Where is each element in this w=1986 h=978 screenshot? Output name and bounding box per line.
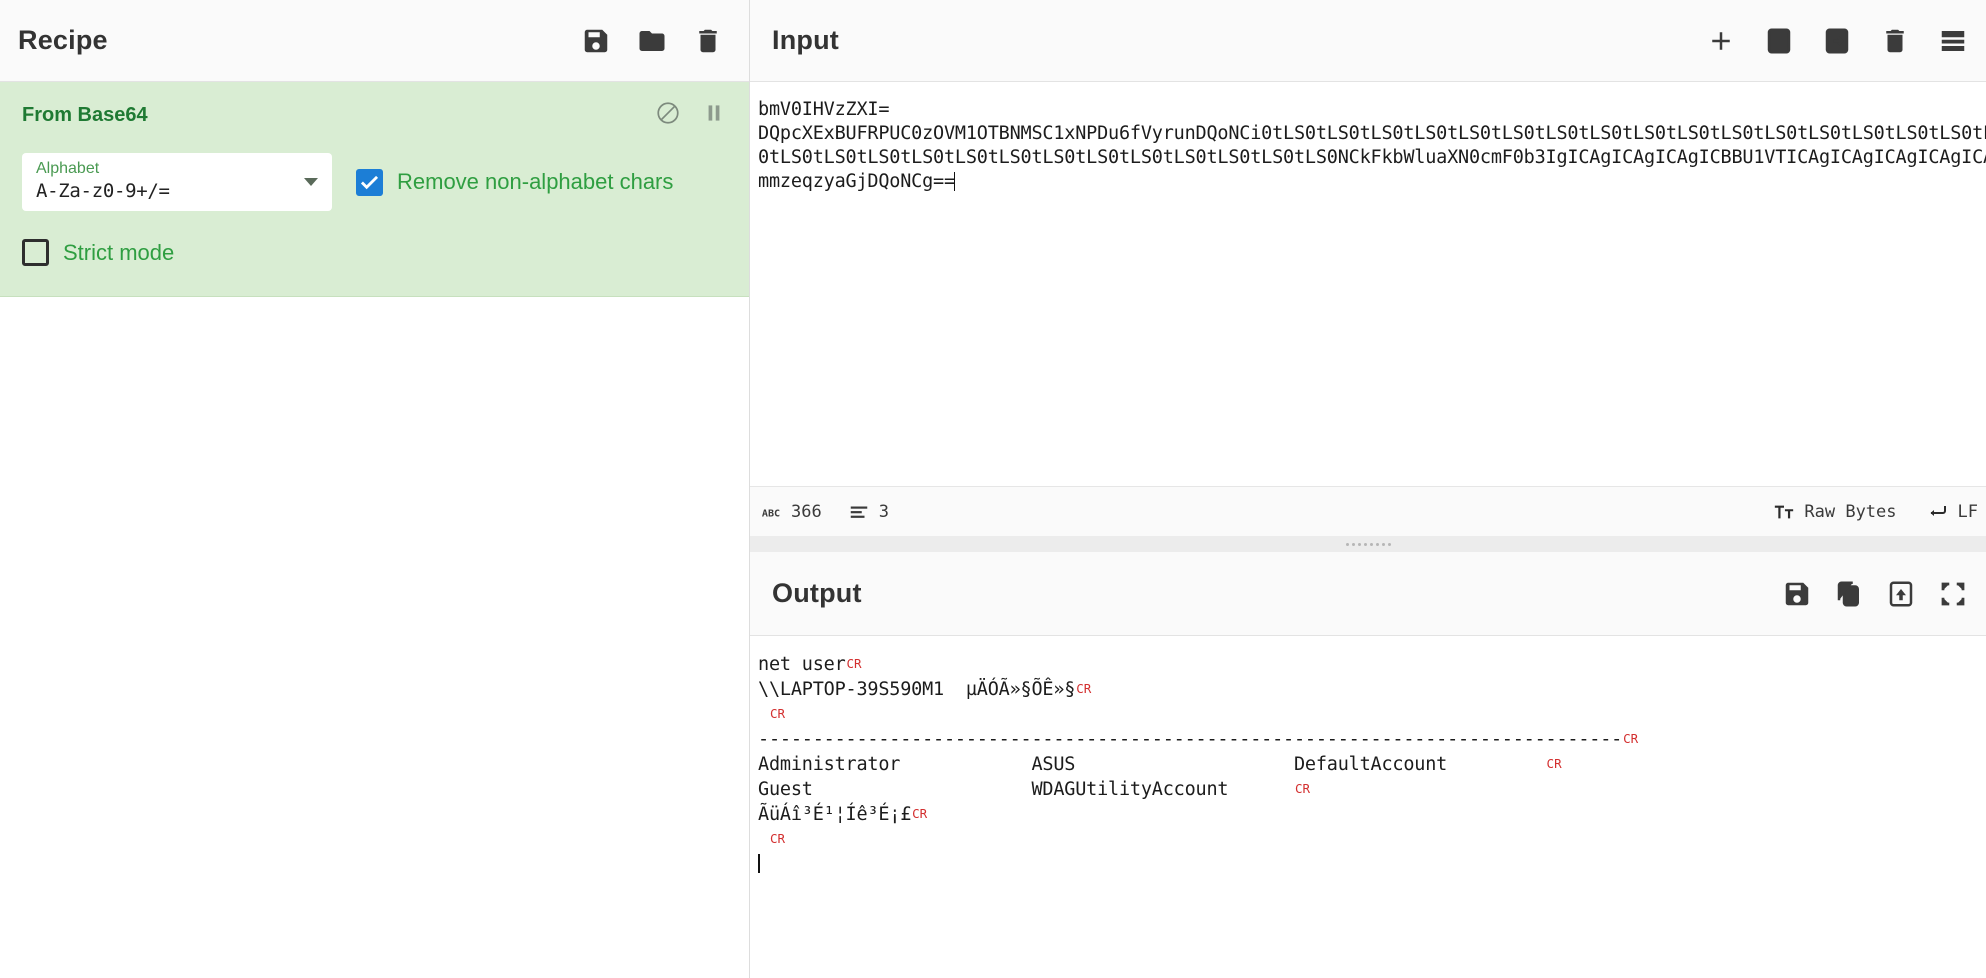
input-encoding[interactable]: Raw Bytes — [1773, 501, 1897, 523]
save-icon[interactable] — [581, 26, 611, 56]
carriage-return-marker: CR — [769, 831, 786, 846]
output-line-text: ----------------------------------------… — [758, 729, 1623, 750]
output-line: \\LAPTOP-39S590M1 µÄÓÃ»§ÕÊ»§CR — [758, 677, 1986, 702]
operation-from-base64[interactable]: From Base64 Alphabet A-Za-z0-9+/= Remove… — [0, 82, 749, 297]
io-splitter[interactable] — [750, 536, 1986, 552]
output-line-text: ÃüÁî³É¹¦Íê³É¡£ — [758, 804, 912, 825]
carriage-return-marker: CR — [769, 706, 786, 721]
output-line: Administrator ASUS DefaultAccount CR — [758, 752, 1986, 777]
output-pane: Output net userCR \\LAPTOP-39S590M1 µÄÓÃ… — [750, 552, 1986, 978]
input-encoding-value: Raw Bytes — [1804, 501, 1897, 522]
checkbox-checked-icon[interactable] — [356, 168, 383, 196]
clear-io-icon[interactable] — [1880, 26, 1910, 56]
add-tab-icon[interactable] — [1706, 26, 1736, 56]
input-header-icons — [1706, 26, 1968, 56]
carriage-return-marker: CR — [1076, 681, 1092, 696]
input-line: DQpcXExBUFRPUC0zOVM1OTBNMSC1xNPDu6fVyrun… — [758, 123, 1986, 144]
input-line: bmV0IHVzZXI= — [758, 99, 890, 120]
remove-non-alphabet-label: Remove non-alphabet chars — [397, 169, 674, 194]
input-line-ending[interactable]: LF — [1925, 500, 1978, 524]
trash-icon[interactable] — [693, 26, 723, 56]
output-textarea[interactable]: net userCR \\LAPTOP-39S590M1 µÄÓÃ»§ÕÊ»§CR… — [750, 636, 1986, 978]
input-status-right: Raw Bytes LF — [1745, 500, 1978, 524]
carriage-return-marker: CR — [1546, 756, 1562, 771]
output-text-cursor — [758, 854, 760, 873]
output-header: Output — [750, 552, 1986, 636]
output-line: CR — [758, 702, 1986, 727]
input-char-count: ABC 366 — [760, 501, 822, 523]
operation-args-row-1: Alphabet A-Za-z0-9+/= Remove non-alphabe… — [22, 153, 727, 211]
splitter-grip-icon — [1345, 542, 1391, 546]
output-line-text: net user — [758, 654, 846, 675]
save-output-icon[interactable] — [1782, 579, 1812, 609]
checkbox-unchecked-icon[interactable] — [22, 239, 49, 266]
output-line: net userCR — [758, 652, 1986, 677]
output-line: CR — [758, 827, 1986, 852]
output-line-text: Guest WDAGUtilityAccount — [758, 779, 1294, 800]
strict-mode-checkbox[interactable]: Strict mode — [22, 239, 174, 266]
operation-controls — [655, 100, 727, 131]
pause-icon[interactable] — [701, 100, 727, 131]
carriage-return-marker: CR — [1294, 781, 1311, 796]
input-line-text: mmzeqzyaGjDQoNCg== — [758, 171, 955, 192]
folder-icon[interactable] — [637, 26, 667, 56]
output-line-text — [758, 829, 769, 850]
alphabet-value: A-Za-z0-9+/= — [36, 180, 170, 202]
carriage-return-marker: CR — [846, 656, 862, 671]
output-line: ÃüÁî³É¹¦Íê³É¡£CR — [758, 802, 1986, 827]
input-line-count: 3 — [848, 501, 889, 523]
output-line-text: \\LAPTOP-39S590M1 µÄÓÃ»§ÕÊ»§ — [758, 679, 1076, 700]
operation-header: From Base64 — [22, 100, 727, 131]
output-line-text: Administrator ASUS DefaultAccount — [758, 754, 1546, 775]
strict-mode-label: Strict mode — [63, 239, 175, 265]
output-line-text — [758, 704, 769, 725]
input-textarea[interactable]: bmV0IHVzZXI= DQpcXExBUFRPUC0zOVM1OTBNMSC… — [750, 82, 1986, 486]
maximise-output-icon[interactable] — [1938, 579, 1968, 609]
folder-open-icon[interactable] — [1764, 26, 1794, 56]
input-line-last: mmzeqzyaGjDQoNCg== — [758, 170, 1986, 194]
disable-icon[interactable] — [655, 100, 681, 131]
output-line: ----------------------------------------… — [758, 727, 1986, 752]
output-line: Guest WDAGUtilityAccount CR — [758, 777, 1986, 802]
remove-non-alphabet-checkbox[interactable]: Remove non-alphabet chars — [356, 168, 674, 196]
carriage-return-marker: CR — [1623, 731, 1639, 746]
alphabet-select[interactable]: Alphabet A-Za-z0-9+/= — [22, 153, 332, 211]
cyberchef-app: Recipe From Base64 Alphabet A-Za-z0-9+/=… — [0, 0, 1986, 978]
text-cursor — [953, 172, 956, 191]
input-header: Input — [750, 0, 1986, 82]
recipe-header: Recipe — [0, 0, 749, 82]
chevron-down-icon[interactable] — [304, 178, 318, 186]
replace-input-icon[interactable] — [1886, 579, 1916, 609]
recipe-operations-list[interactable] — [0, 297, 749, 978]
input-line: 0tLS0tLS0tLS0tLS0tLS0tLS0tLS0tLS0tLS0tLS… — [758, 147, 1986, 168]
open-folder-as-input-icon[interactable] — [1822, 26, 1852, 56]
input-pane: Input bmV0IHVzZXI= DQpcXExBUFRPUC0zOVM1O… — [750, 0, 1986, 536]
output-header-icons — [1782, 579, 1968, 609]
carriage-return-marker: CR — [912, 806, 928, 821]
input-status-bar: ABC 366 3 Raw Bytes LF — [750, 486, 1986, 536]
input-char-count-value: 366 — [791, 501, 822, 522]
recipe-pane: Recipe From Base64 Alphabet A-Za-z0-9+/=… — [0, 0, 750, 978]
reset-pane-layout-icon[interactable] — [1938, 26, 1968, 56]
output-title: Output — [772, 578, 862, 608]
operation-title: From Base64 — [22, 104, 148, 126]
input-line-count-value: 3 — [878, 501, 889, 522]
input-title: Input — [772, 25, 839, 55]
operation-args-row-2: Strict mode — [22, 239, 727, 266]
io-column: Input bmV0IHVzZXI= DQpcXExBUFRPUC0zOVM1O… — [750, 0, 1986, 978]
recipe-header-icons — [581, 26, 723, 56]
copy-output-icon[interactable] — [1834, 579, 1864, 609]
output-line — [758, 852, 1986, 876]
svg-text:ABC: ABC — [762, 508, 780, 519]
alphabet-label: Alphabet — [36, 160, 100, 177]
recipe-title: Recipe — [18, 25, 108, 55]
input-line-ending-value: LF — [1957, 501, 1978, 522]
